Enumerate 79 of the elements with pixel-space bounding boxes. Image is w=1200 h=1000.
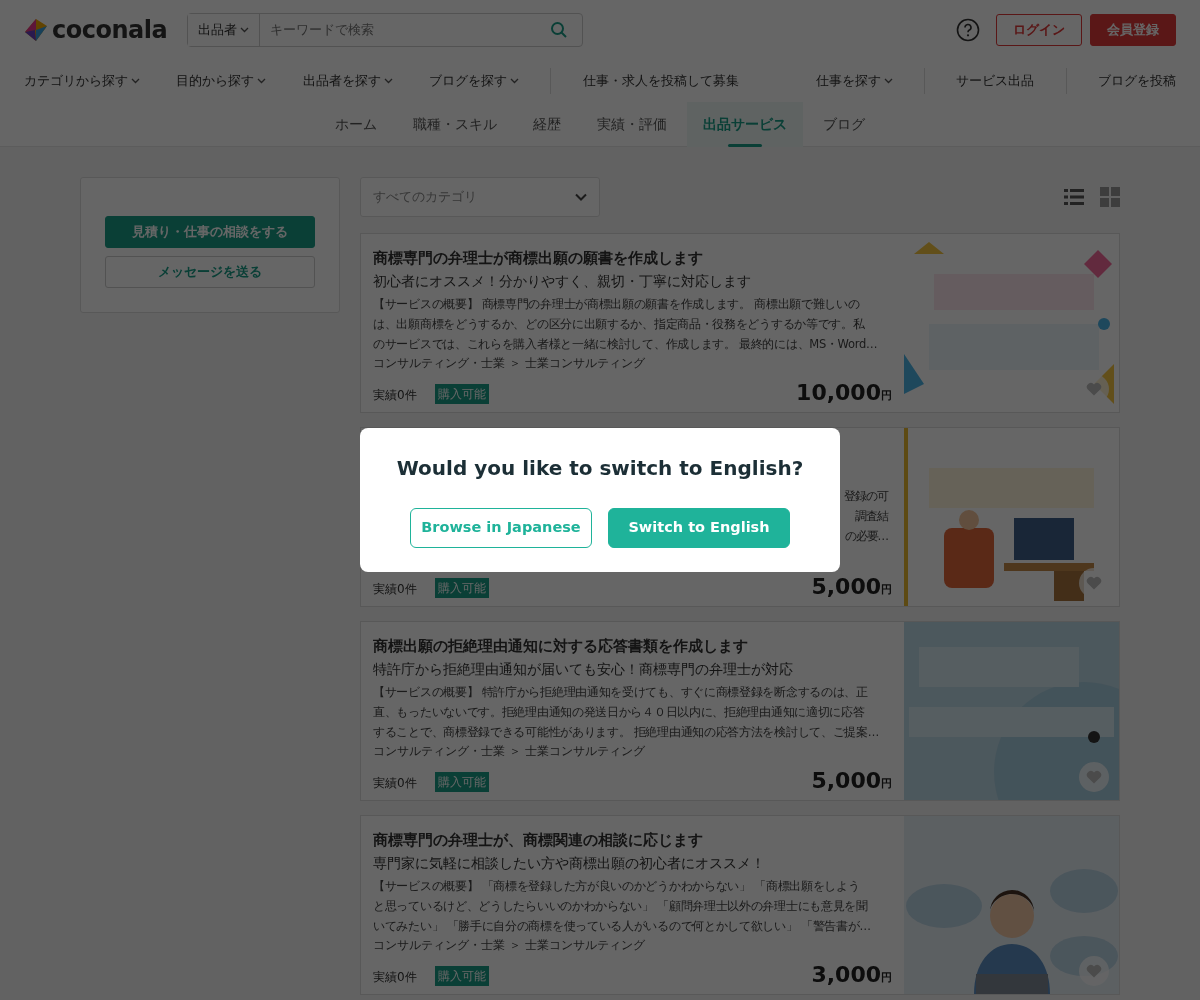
login-button[interactable]: ログイン (996, 14, 1082, 46)
available-badge: 購入可能 (434, 384, 489, 404)
logo-text[interactable]: coconala (52, 12, 168, 48)
profile-tab[interactable]: 職種・スキル (397, 102, 513, 147)
service-card[interactable] (360, 233, 1120, 413)
heart-icon (1086, 576, 1102, 590)
nav-link[interactable]: ブログを投稿 (1097, 71, 1176, 91)
nav-link[interactable]: 仕事を探す (815, 71, 893, 91)
grid-view-icon[interactable] (1100, 187, 1120, 207)
record-count: 実績0件 (373, 969, 417, 986)
browse-button[interactable]: Browse in Japanese (410, 508, 592, 548)
category-path: コンサルティング・士業 ＞ 士業コンサルティング (373, 937, 646, 954)
caret-icon (257, 78, 267, 84)
consult-button[interactable]: 見積り・仕事の相談をする (105, 216, 315, 248)
service-subtitle: 初心者にオススメ！分かりやすく、親切・丁寧に対応します (373, 272, 752, 291)
heart-icon (1086, 382, 1102, 396)
available-badge: 購入可能 (434, 578, 489, 598)
description-text: のサービスでは、これらを購入者様と一緒に検討して、作成します。 最終的には、MS・Word… (373, 336, 878, 353)
available-badge: 購入可能 (434, 966, 489, 986)
price-amount: 10,000 (796, 382, 881, 404)
price-amount: 5,000 (811, 770, 881, 792)
available-badge: 購入可能 (434, 772, 489, 792)
description-text: 【サービスの概要】 商標専門の弁理士が商標出願の願書を作成します。 商標出願で難しいの (373, 296, 860, 313)
heart-icon (1086, 770, 1102, 784)
service-card[interactable] (360, 621, 1120, 801)
service-subtitle: 専門家に気軽に相談したい方や商標出願の初心者にオススメ！ (373, 854, 766, 873)
nav-link[interactable]: サービス出品 (956, 71, 1035, 91)
profile-tab[interactable]: ブログ (807, 102, 881, 147)
description-text: 【サービスの概要】 特許庁から拒絶理由通知を受けても、すぐに商標登録を断念するのは、正 (373, 684, 868, 701)
caret-icon (131, 78, 140, 84)
description-text: は、出願商標をどうするか、どの区分に出願するか、指定商品・役務をどうするか等です。私 (373, 316, 865, 333)
message-button[interactable]: メッセージを送る (105, 256, 315, 288)
currency-unit: 円 (881, 775, 892, 792)
logo-icon (24, 18, 48, 42)
service-subtitle: 特許庁から拒絶理由通知が届いても安心！商標専門の弁理士が対応 (373, 660, 794, 679)
category-path: コンサルティング・士業 ＞ 士業コンサルティング (373, 355, 646, 372)
service-card[interactable] (360, 815, 1120, 995)
nav-link[interactable]: 仕事・求人を投稿して募集 (582, 71, 739, 91)
record-count: 実績0件 (373, 387, 417, 404)
description-text: 調査結 (855, 508, 888, 525)
help-icon[interactable] (956, 18, 980, 42)
caret-icon (883, 78, 893, 84)
description-text: いてみたい」 「勝手に自分の商標を使っている人がいるので何とかして欲しい」 「警告書が… (373, 918, 871, 935)
dialog-title: Would you like to switch to English? (395, 455, 805, 482)
heart-icon (1086, 964, 1102, 978)
description-text: することで、商標登録できる可能性があります。 拒絶理由通知の応答方法を検討して、ご提案… (373, 724, 879, 741)
price-amount: 3,000 (811, 964, 881, 986)
profile-tab[interactable]: 経歴 (517, 102, 577, 147)
list-view-icon[interactable] (1064, 188, 1084, 206)
profile-tab[interactable]: ホーム (319, 102, 393, 147)
description-text: 【サービスの概要】 「商標を登録した方が良いのかどうかわからない」 「商標出願をしよう (373, 878, 860, 895)
record-count: 実績0件 (373, 581, 417, 598)
caret-icon (383, 78, 393, 84)
caret-icon (240, 27, 250, 33)
record-count: 実績0件 (373, 775, 417, 792)
price-amount: 5,000 (811, 576, 881, 598)
profile-tab[interactable]: 出品サービス (687, 102, 803, 147)
service-title[interactable]: 商標出願の拒絶理由通知に対する応答書類を作成します (373, 634, 892, 658)
category-path: コンサルティング・士業 ＞ 士業コンサルティング (373, 743, 646, 760)
signup-button[interactable]: 会員登録 (1090, 14, 1176, 46)
description-text: 登録の可 (844, 488, 888, 505)
nav-link[interactable]: カテゴリから探す (24, 71, 140, 91)
nav-link[interactable]: 出品者を探す (302, 71, 393, 91)
description-text: の必要… (844, 528, 888, 545)
search-icon[interactable] (550, 21, 569, 39)
description-text: 直、もったいないです。拒絶理由通知の発送日から４０日以内に、拒絶理由通知に適切に応答 (373, 704, 865, 721)
description-text: と思っているけど、どうしたらいいのかわからない」 「顧問弁理士以外の弁理士にも意見を聞 (373, 898, 868, 915)
nav-link[interactable]: 目的から探す (176, 71, 267, 91)
service-title[interactable]: 商標専門の弁理士が、商標関連の相談に応じます (373, 828, 892, 852)
currency-unit: 円 (881, 581, 892, 598)
service-title[interactable]: 商標専門の弁理士が商標出願の願書を作成します (373, 246, 892, 270)
currency-unit: 円 (881, 387, 892, 404)
caret-icon (510, 78, 519, 84)
profile-tab[interactable]: 実績・評価 (581, 102, 683, 147)
currency-unit: 円 (881, 969, 892, 986)
nav-link[interactable]: ブログを探す (429, 71, 519, 91)
chevron-icon (575, 193, 587, 201)
scope-dropdown[interactable]: 出品者 (188, 14, 261, 46)
switch-button[interactable]: Switch to English (608, 508, 790, 548)
